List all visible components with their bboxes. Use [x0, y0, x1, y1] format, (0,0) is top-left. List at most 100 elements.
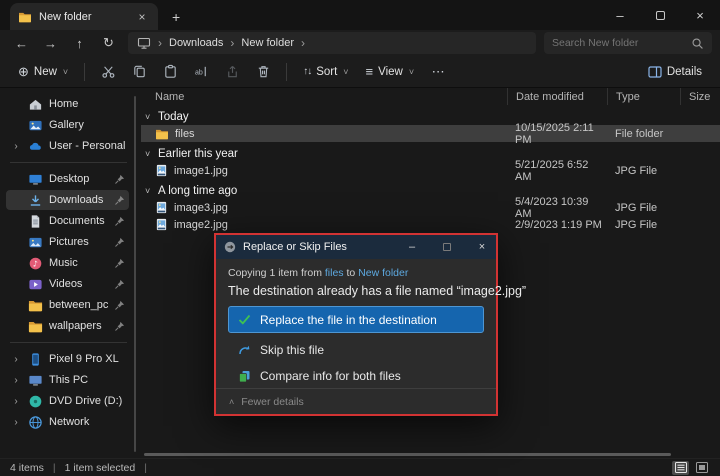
file-row-image3[interactable]: image3.jpg 5/4/2023 10:39 AM JPG File	[141, 199, 720, 216]
copy-dialog-icon	[224, 241, 236, 253]
details-pane-icon	[648, 66, 662, 78]
sidebar-item-music[interactable]: ♪ Music	[6, 253, 129, 273]
details-view-button[interactable]	[672, 461, 689, 475]
file-row-image1[interactable]: image1.jpg 5/21/2025 6:52 AM JPG File	[141, 162, 720, 179]
column-header-size[interactable]: Size	[680, 88, 720, 105]
sidebar-item-dvd-drive[interactable]: › DVD Drive (D:) CPRA_X64FRE_	[6, 391, 129, 411]
maximize-button[interactable]	[640, 0, 680, 30]
compare-files-option[interactable]: Compare info for both files	[228, 363, 484, 389]
desktop-icon	[28, 172, 43, 187]
minimize-button[interactable]: –	[600, 0, 640, 30]
tab-close-icon[interactable]: ×	[134, 10, 150, 24]
thumbnail-view-button[interactable]	[693, 461, 710, 475]
rename-icon: ab	[194, 64, 209, 79]
group-header-a-long-time-ago[interactable]: ˅ A long time ago	[141, 182, 720, 199]
column-header-date-modified[interactable]: Date modified	[507, 88, 607, 105]
delete-button[interactable]	[248, 59, 278, 85]
destination-folder-link[interactable]: New folder	[358, 267, 408, 279]
share-button[interactable]	[217, 59, 247, 85]
chevron-right-icon: ›	[301, 36, 305, 50]
thumbnail-view-icon	[696, 462, 708, 473]
more-options-button[interactable]: ⋯	[423, 59, 453, 85]
dialog-maximize-button[interactable]	[433, 235, 461, 259]
details-view-icon	[675, 462, 687, 473]
chevron-up-icon: ˄	[229, 397, 234, 407]
sidebar-item-pictures[interactable]: Pictures	[6, 232, 129, 252]
breadcrumb-downloads[interactable]: Downloads	[169, 37, 223, 49]
new-button-label: New	[34, 66, 57, 78]
sidebar-scrollbar[interactable]	[134, 96, 136, 452]
file-row-image2[interactable]: image2.jpg 2/9/2023 1:19 PM JPG File	[141, 216, 720, 233]
sidebar-item-pixel-phone[interactable]: › Pixel 9 Pro XL	[6, 349, 129, 369]
new-button[interactable]: ⊕ New ˅	[10, 59, 76, 85]
status-bar: 4 items | 1 item selected |	[0, 458, 720, 476]
group-header-today[interactable]: ˅ Today	[141, 108, 720, 125]
sidebar-item-videos[interactable]: Videos	[6, 274, 129, 294]
forward-button[interactable]: →	[37, 32, 64, 54]
close-button[interactable]: ×	[680, 0, 720, 30]
sidebar-item-desktop[interactable]: Desktop	[6, 169, 129, 189]
explorer-tab[interactable]: New folder ×	[10, 3, 158, 30]
address-bar: ← → ↑ ↻ › Downloads › New folder ›	[0, 30, 720, 56]
sidebar-item-documents[interactable]: Documents	[6, 211, 129, 231]
search-box[interactable]	[544, 32, 712, 54]
chevron-right-icon[interactable]: ›	[10, 141, 22, 152]
back-button[interactable]: ←	[8, 32, 35, 54]
sidebar-item-network[interactable]: › Network	[6, 412, 129, 432]
group-header-earlier-this-year[interactable]: ˅ Earlier this year	[141, 145, 720, 162]
cut-button[interactable]	[93, 59, 123, 85]
dialog-close-button[interactable]: ×	[468, 235, 496, 259]
sort-button[interactable]: ↑↓ Sort ˅	[295, 59, 356, 85]
sidebar-item-home[interactable]: Home	[6, 94, 129, 114]
sort-button-label: Sort	[316, 66, 337, 78]
file-row-files[interactable]: files 10/15/2025 2:11 PM File folder	[141, 125, 720, 142]
chevron-right-icon[interactable]: ›	[10, 417, 22, 428]
search-input[interactable]	[552, 37, 685, 49]
sidebar-item-downloads[interactable]: Downloads	[6, 190, 129, 210]
fewer-details-toggle[interactable]: ˄ Fewer details	[216, 388, 496, 414]
details-pane-button[interactable]: Details	[640, 59, 710, 85]
chevron-right-icon[interactable]: ›	[10, 354, 22, 365]
dialog-minimize-button[interactable]: –	[398, 235, 426, 259]
sidebar-item-wallpapers[interactable]: wallpapers	[6, 316, 129, 336]
onedrive-cloud-icon	[28, 139, 43, 154]
copy-icon	[132, 64, 147, 79]
sidebar-item-onedrive-personal[interactable]: › User - Personal	[6, 136, 129, 156]
breadcrumb[interactable]: › Downloads › New folder ›	[128, 32, 536, 54]
column-header-name[interactable]: Name	[141, 88, 507, 105]
chevron-right-icon: ›	[230, 36, 234, 50]
sidebar-item-gallery[interactable]: Gallery	[6, 115, 129, 135]
up-button[interactable]: ↑	[66, 32, 93, 54]
view-toggles	[672, 461, 710, 475]
copy-button[interactable]	[124, 59, 154, 85]
chevron-right-icon[interactable]: ›	[10, 375, 22, 386]
maximize-icon	[656, 11, 665, 20]
toolbar-divider	[84, 63, 85, 81]
phone-icon	[28, 352, 43, 367]
toolbar-divider	[286, 63, 287, 81]
source-folder-link[interactable]: files	[325, 267, 344, 279]
pin-icon	[114, 216, 125, 227]
replace-file-option[interactable]: Replace the file in the destination	[228, 306, 484, 333]
music-icon: ♪	[28, 256, 43, 271]
breadcrumb-new-folder[interactable]: New folder	[241, 37, 294, 49]
refresh-button[interactable]: ↻	[95, 32, 122, 54]
sidebar-separator	[10, 342, 127, 343]
chevron-right-icon[interactable]: ›	[10, 396, 22, 407]
rename-button[interactable]: ab	[186, 59, 216, 85]
paste-button[interactable]	[155, 59, 185, 85]
details-button-label: Details	[667, 66, 702, 78]
share-icon	[225, 64, 240, 79]
sidebar-item-this-pc[interactable]: › This PC	[6, 370, 129, 390]
ellipsis-icon: ⋯	[432, 65, 445, 78]
sidebar-item-between-pcs[interactable]: between_pcs	[6, 295, 129, 315]
pin-icon	[114, 300, 125, 311]
view-button[interactable]: ≡ View ˅	[358, 59, 423, 85]
new-tab-button[interactable]: +	[172, 9, 180, 25]
this-pc-icon	[28, 373, 43, 388]
chevron-down-icon: ˅	[145, 112, 153, 122]
horizontal-scrollbar[interactable]	[144, 453, 671, 456]
skip-file-option[interactable]: Skip this file	[228, 337, 484, 363]
plus-circle-icon: ⊕	[18, 65, 29, 78]
column-header-type[interactable]: Type	[607, 88, 680, 105]
